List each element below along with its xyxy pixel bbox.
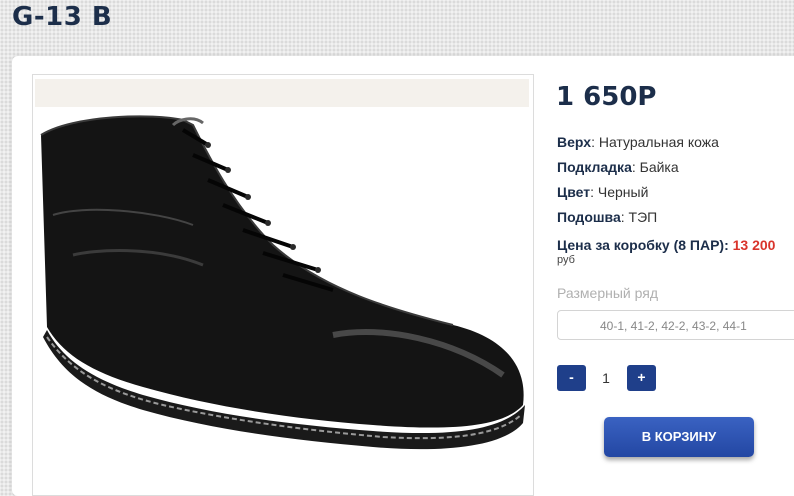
size-range-label: Размерный ряд bbox=[557, 285, 659, 301]
size-range-select[interactable]: 40-1, 41-2, 42-2, 43-2, 44-1 bbox=[557, 310, 794, 340]
quantity-minus-button[interactable]: - bbox=[557, 365, 586, 391]
quantity-input[interactable]: 1 bbox=[590, 365, 622, 391]
attribute-lining: Подкладка: Байка bbox=[557, 159, 679, 175]
box-price-currency: руб bbox=[557, 254, 575, 266]
quantity-plus-button[interactable]: + bbox=[627, 365, 656, 391]
attribute-key: Подошва bbox=[557, 209, 621, 225]
attribute-value: : Натуральная кожа bbox=[591, 134, 719, 150]
box-price: Цена за коробку (8 ПАР): 13 200 bbox=[557, 237, 775, 253]
box-price-value: 13 200 bbox=[732, 237, 776, 253]
attribute-value: : ТЭП bbox=[620, 209, 658, 225]
box-price-label: Цена за коробку (8 ПАР): bbox=[557, 237, 733, 253]
attribute-upper: Верх: Натуральная кожа bbox=[557, 134, 719, 150]
attribute-key: Цвет bbox=[557, 184, 591, 200]
product-title: G-13 B bbox=[12, 2, 113, 32]
attribute-value: : Черный bbox=[590, 184, 649, 200]
add-to-cart-button[interactable]: В КОРЗИНУ bbox=[604, 417, 754, 457]
product-image[interactable] bbox=[32, 74, 534, 496]
attribute-sole: Подошва: ТЭП bbox=[557, 209, 657, 225]
attribute-value: : Байка bbox=[631, 159, 679, 175]
attribute-key: Верх bbox=[557, 134, 592, 150]
attribute-key: Подкладка bbox=[557, 159, 632, 175]
attribute-color: Цвет: Черный bbox=[557, 184, 648, 200]
boot-photo-icon bbox=[35, 79, 529, 450]
product-price: 1 650Р bbox=[556, 82, 657, 112]
